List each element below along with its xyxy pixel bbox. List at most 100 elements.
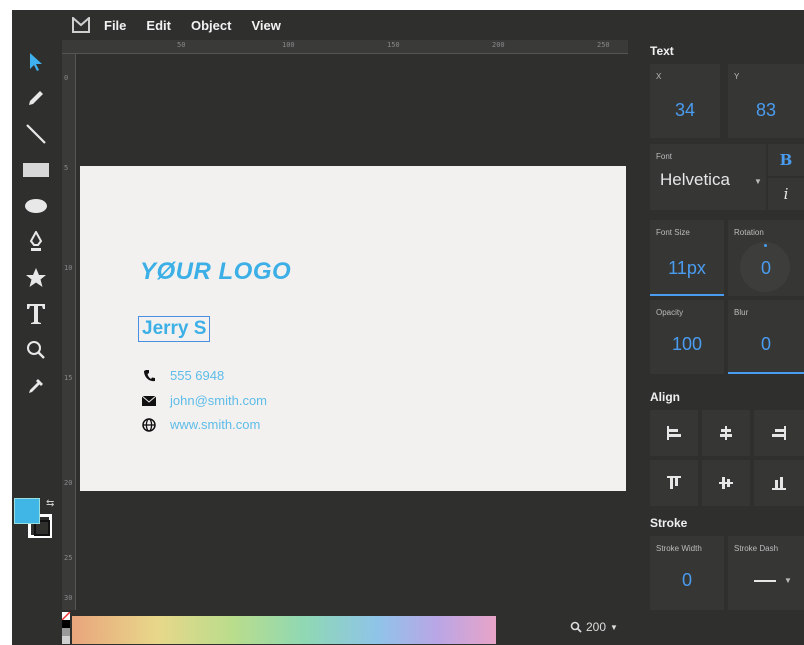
blur-label: Blur — [734, 308, 749, 317]
ruler-tick: 20 — [64, 479, 73, 487]
pencil-tool[interactable] — [12, 80, 60, 116]
pen-nib-icon — [29, 231, 43, 251]
align-right-icon — [772, 426, 786, 440]
star-icon — [26, 268, 46, 287]
x-value: 34 — [674, 100, 696, 120]
menu-view[interactable]: View — [251, 18, 280, 33]
phone-row[interactable]: 555 6948 — [142, 368, 224, 383]
font-size-field[interactable]: Font Size 11px — [650, 220, 724, 296]
ruler-tick: 0 — [64, 74, 69, 82]
swap-colors-icon[interactable]: ⇆ — [46, 498, 54, 509]
ruler-tick: 25 — [64, 554, 73, 562]
stroke-dash-label: Stroke Dash — [734, 544, 779, 553]
x-label: X — [656, 72, 662, 81]
eyedropper-icon — [29, 379, 43, 393]
email-row[interactable]: john@smith.com — [142, 393, 267, 408]
ruler-tick: 10 — [64, 264, 73, 272]
stroke-width-label: Stroke Width — [656, 544, 702, 553]
menu-bar: File Edit Object View — [62, 10, 804, 40]
pen-tool[interactable] — [12, 224, 60, 260]
align-middle-button[interactable] — [702, 460, 750, 506]
y-value: 83 — [755, 100, 777, 120]
align-left-icon — [667, 426, 681, 440]
align-vertical-center-icon — [719, 477, 733, 489]
menu-edit[interactable]: Edit — [146, 18, 171, 33]
phone-text: 555 6948 — [170, 368, 225, 383]
align-top-icon — [667, 476, 681, 489]
color-palette[interactable] — [61, 611, 496, 644]
star-tool[interactable] — [12, 260, 60, 296]
font-value: Helvetica — [660, 170, 730, 189]
align-right-button[interactable] — [754, 410, 804, 456]
zoom-tool[interactable] — [12, 332, 60, 368]
ruler-tick: 150 — [387, 41, 400, 49]
app-window: File Edit Object View ⇆ 50 100 150 200 2… — [0, 0, 804, 645]
email-text: john@smith.com — [170, 393, 268, 408]
menu-file[interactable]: File — [104, 18, 126, 33]
text-tool[interactable] — [12, 296, 60, 332]
stroke-dash-select[interactable]: Stroke Dash ▼ — [728, 536, 804, 610]
tool-bar — [12, 44, 60, 404]
website-row[interactable]: www.smith.com — [142, 417, 260, 432]
ruler-vertical: 0 5 10 15 20 25 30 — [62, 54, 76, 610]
ruler-tick: 50 — [177, 41, 186, 49]
fill-color-swatch[interactable] — [14, 498, 40, 524]
stroke-width-value: 0 — [681, 570, 692, 590]
app-logo-icon — [72, 17, 90, 33]
ellipse-tool[interactable] — [12, 188, 60, 224]
chevron-down-icon: ▼ — [784, 576, 792, 585]
opacity-label: Opacity — [656, 308, 684, 317]
ruler-tick: 30 — [64, 594, 73, 602]
business-card-artboard[interactable]: YØUR LOGO Jerry S 555 6948 john@smith.co… — [80, 166, 626, 491]
magnifier-icon — [570, 621, 582, 633]
line-icon — [26, 124, 46, 144]
opacity-field[interactable]: Opacity 100 — [650, 300, 724, 374]
select-tool[interactable] — [12, 44, 60, 80]
logo-text[interactable]: YØUR LOGO — [140, 258, 291, 286]
envelope-icon — [142, 395, 156, 406]
align-bottom-button[interactable] — [754, 460, 804, 506]
cursor-arrow-icon — [30, 53, 42, 71]
globe-icon — [142, 417, 156, 432]
font-select[interactable]: Font Helvetica ▼ — [650, 144, 766, 210]
stroke-section-title: Stroke — [650, 516, 688, 530]
align-bottom-icon — [772, 477, 786, 490]
text-section-title: Text — [650, 44, 674, 58]
eyedropper-tool[interactable] — [12, 368, 60, 404]
rotation-indicator — [764, 244, 767, 247]
rotation-value: 0 — [760, 258, 771, 278]
zoom-value: 200 — [586, 620, 607, 634]
align-top-button[interactable] — [650, 460, 698, 506]
x-field[interactable]: X 34 — [650, 64, 720, 138]
blur-field[interactable]: Blur 0 — [728, 300, 804, 374]
y-field[interactable]: Y 83 — [728, 64, 804, 138]
line-tool[interactable] — [12, 116, 60, 152]
align-section-title: Align — [650, 390, 680, 404]
align-left-button[interactable] — [650, 410, 698, 456]
color-swatches: ⇆ — [14, 498, 60, 544]
pencil-icon — [29, 91, 43, 105]
phone-icon — [142, 369, 156, 383]
bold-button[interactable]: B — [768, 144, 804, 176]
ruler-tick: 200 — [492, 41, 505, 49]
stroke-width-field[interactable]: Stroke Width 0 — [650, 536, 724, 610]
menu-object[interactable]: Object — [191, 18, 231, 33]
ruler-horizontal: 50 100 150 200 250 — [62, 40, 628, 54]
y-label: Y — [734, 72, 740, 81]
opacity-value: 100 — [671, 334, 703, 354]
italic-button[interactable]: i — [768, 178, 804, 210]
align-horizontal-center-icon — [720, 426, 732, 440]
website-text: www.smith.com — [170, 417, 261, 432]
align-center-button[interactable] — [702, 410, 750, 456]
zoom-control[interactable]: 200 ▼ — [570, 620, 618, 634]
chevron-down-icon: ▼ — [610, 622, 618, 632]
ruler-tick: 15 — [64, 374, 73, 382]
ruler-tick: 5 — [64, 164, 69, 172]
ruler-tick: 250 — [597, 41, 610, 49]
chevron-down-icon: ▼ — [754, 177, 762, 186]
magnifier-icon — [27, 341, 45, 359]
name-text-selected[interactable]: Jerry S — [138, 316, 211, 342]
rotation-dial[interactable]: Rotation 0 — [728, 220, 804, 296]
rectangle-tool[interactable] — [12, 152, 60, 188]
solid-line-icon — [754, 580, 776, 582]
